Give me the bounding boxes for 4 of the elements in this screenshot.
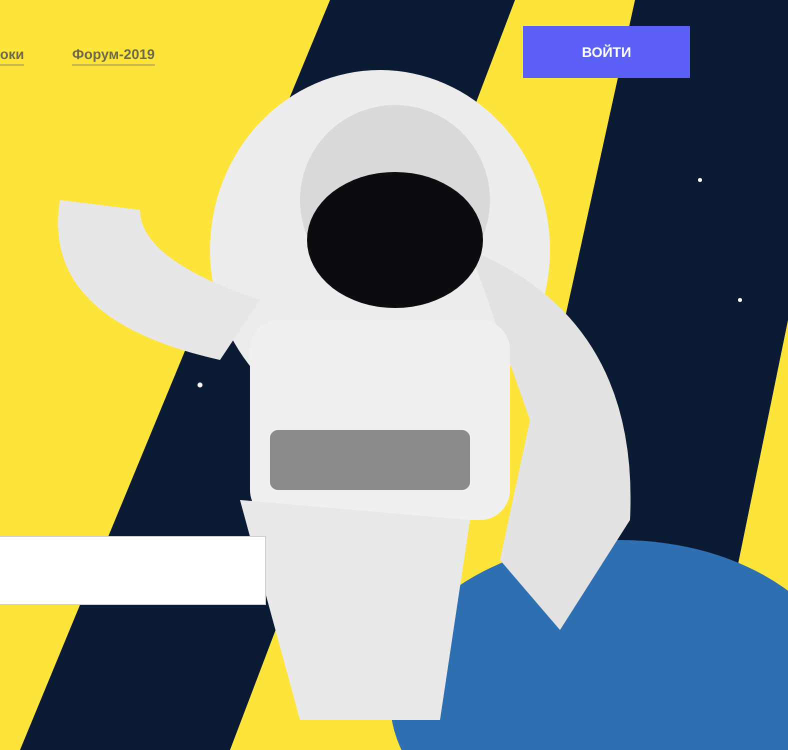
input-field[interactable] <box>0 536 266 605</box>
nav-link[interactable]: оки <box>0 46 24 66</box>
nav-link[interactable]: Форум-2019 <box>72 46 155 66</box>
login-button[interactable]: ВОЙТИ <box>523 26 690 78</box>
